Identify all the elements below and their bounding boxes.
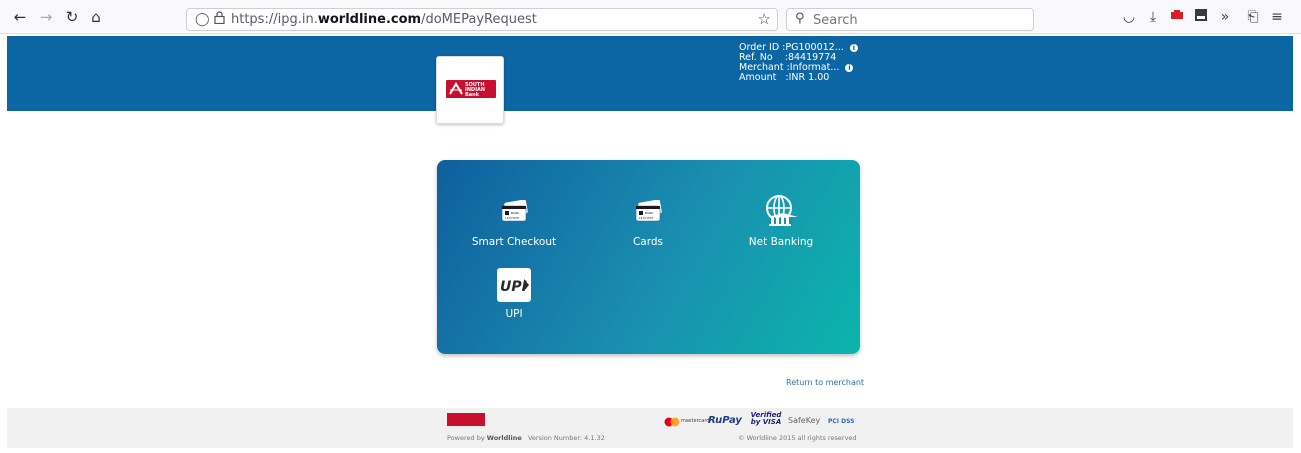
merchant-info-icon[interactable]: i (845, 63, 854, 72)
address-bar[interactable]: ◯ https://ipg.in.worldline.com/doMEPayRe… (186, 8, 778, 31)
overflow-chevrons-icon[interactable]: » (1216, 8, 1234, 26)
powered-by-text: Powered by Worldline Version Number: 4.1… (447, 434, 605, 442)
payment-header (7, 36, 1293, 111)
svg-text:BANK: BANK (645, 211, 654, 215)
globe-bank-icon (766, 195, 798, 226)
menu-icon[interactable]: ≡ (1268, 8, 1286, 26)
home-icon[interactable]: ⌂ (86, 7, 106, 27)
bank-logo: SOUTH INDIAN Bank (436, 56, 504, 124)
order-summary: Order ID :PG100012... i Ref. No :8441977… (739, 43, 858, 83)
extension-se-icon[interactable] (1192, 8, 1210, 26)
mastercard-text: mastercard (681, 418, 710, 424)
upi-icon: UPI (497, 268, 531, 302)
payment-brands: mastercard RuPay Verified by VISA SafeKe… (664, 412, 854, 430)
option-label: Cards (632, 236, 664, 248)
payment-options-panel: BANK 1234 5678 Smart Checkout BANK 1234 … (437, 160, 860, 354)
svg-text:UPI: UPI (500, 279, 527, 295)
extension-red-icon[interactable] (1168, 8, 1186, 26)
card-icon: BANK 1234 5678 (501, 200, 528, 222)
return-to-merchant-link[interactable]: Return to merchant (786, 378, 864, 387)
reload-icon[interactable]: ↻ (62, 7, 82, 27)
search-input[interactable] (813, 11, 1023, 29)
pocket-icon[interactable]: ◡ (1120, 8, 1138, 26)
option-label: UPI (505, 308, 523, 320)
rupay-logo: RuPay (708, 415, 742, 426)
option-label: Smart Checkout (471, 236, 557, 248)
amount-label: Amount (739, 72, 777, 83)
back-arrow-icon[interactable]: ← (10, 7, 30, 27)
svg-text:1234 5678: 1234 5678 (505, 216, 519, 220)
south-indian-bank-logo-icon: SOUTH INDIAN Bank (446, 80, 496, 98)
footer (7, 408, 1293, 448)
svg-text:BANK: BANK (511, 211, 520, 215)
bank-name-line2: INDIAN Bank (465, 87, 486, 98)
footer-bank-logo-icon (447, 413, 485, 426)
url-text: https://ipg.in.worldline.com/doMEPayRequ… (231, 12, 537, 27)
option-net-banking[interactable]: Net Banking (721, 195, 841, 248)
mastercard-logo-icon (664, 417, 680, 427)
search-icon: ⚲ (795, 11, 805, 26)
amount-value: INR 1.00 (788, 72, 830, 83)
download-icon[interactable]: ⤓ (1144, 8, 1162, 26)
option-cards[interactable]: BANK 1234 5678 Cards (588, 196, 708, 248)
tracking-shield-icon[interactable]: ◯ (195, 12, 210, 27)
forward-arrow-icon[interactable]: → (36, 7, 56, 27)
lock-icon[interactable] (214, 11, 225, 28)
copyright-text: © Worldline 2015 all rights reserved (738, 434, 857, 442)
option-upi[interactable]: UPI UPI (454, 268, 574, 320)
option-label: Net Banking (748, 236, 814, 248)
search-field[interactable]: ⚲ (786, 8, 1034, 31)
browser-toolbar: ← → ↻ ⌂ ◯ https://ipg.in.worldline.com/d… (0, 0, 1301, 34)
card-icon: BANK 1234 5678 (635, 200, 662, 222)
verified-by-visa-logo: Verified by VISA (750, 411, 782, 426)
order-info-icon[interactable]: i (849, 43, 858, 52)
safekey-logo: SafeKey (788, 416, 821, 425)
bookmark-star-icon[interactable]: ☆ (758, 10, 771, 28)
share-icon[interactable]: ⎗ (1244, 8, 1262, 26)
option-smart-checkout[interactable]: BANK 1234 5678 Smart Checkout (454, 196, 574, 248)
svg-text:1234 5678: 1234 5678 (639, 216, 653, 220)
pci-dss-logo: PCI DSS (828, 418, 855, 425)
